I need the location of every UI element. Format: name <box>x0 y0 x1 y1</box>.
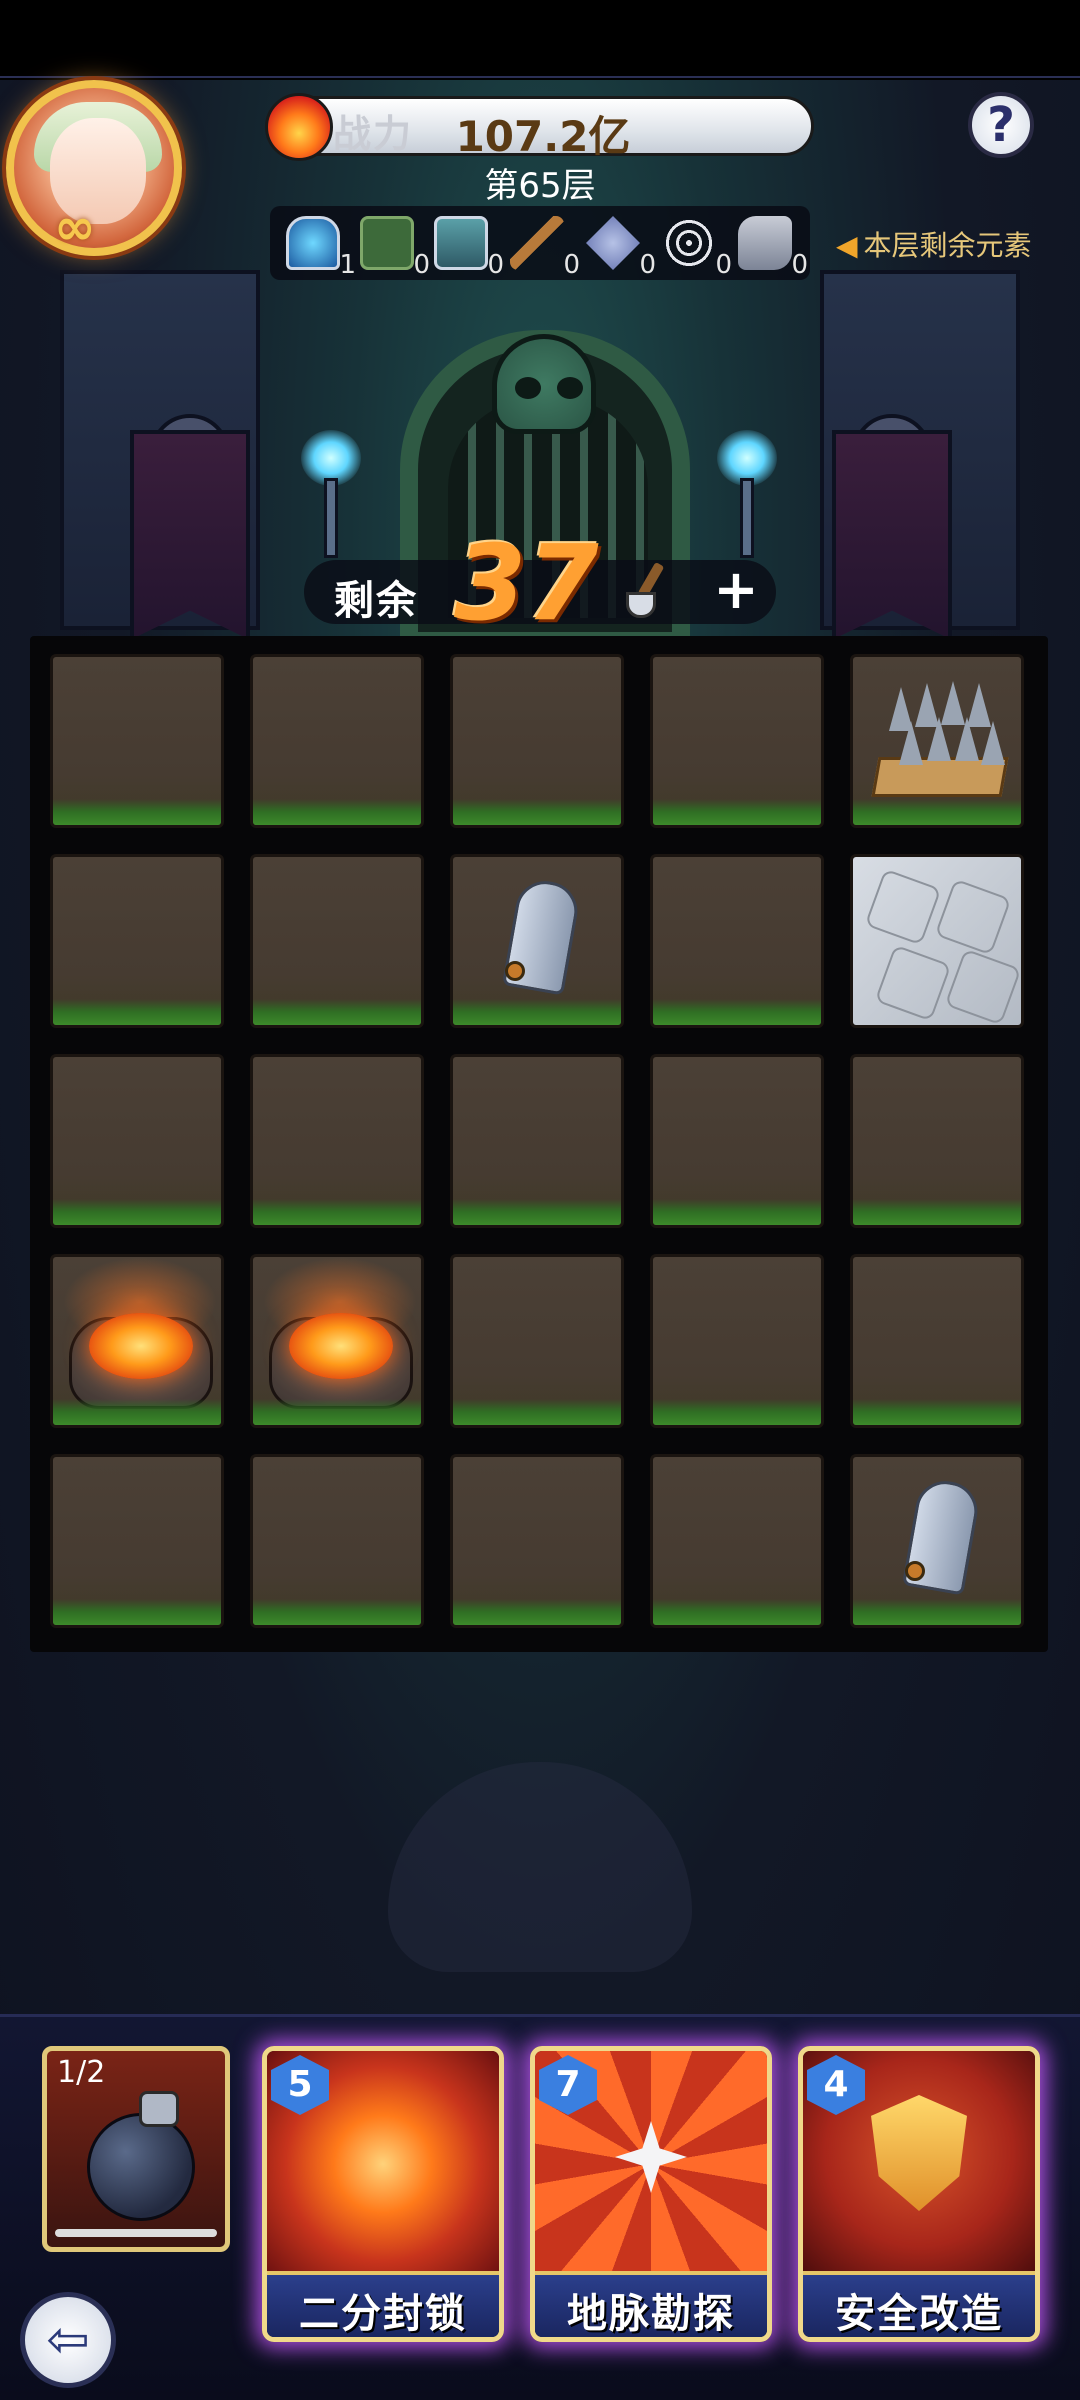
grid-tile-stone[interactable] <box>850 854 1024 1028</box>
grid-tile-dirt[interactable] <box>650 854 824 1028</box>
skill-card-ley-survey[interactable]: 7 地脉勘探 <box>530 2046 772 2342</box>
spike-trap-icon <box>853 657 1021 825</box>
add-digs-button[interactable]: + <box>708 560 764 624</box>
grid-tile-tombstone[interactable] <box>450 854 624 1028</box>
right-torch <box>712 430 782 558</box>
tombstone-icon <box>453 857 621 1025</box>
grid-tile-dirt[interactable] <box>250 1054 424 1228</box>
exit-icon: ⇦ <box>46 2310 90 2370</box>
status-bar <box>0 0 1080 78</box>
grid-tile-lava[interactable] <box>50 1254 224 1428</box>
grid-tile-dirt[interactable] <box>850 1054 1024 1228</box>
treasure-chest-icon <box>434 216 488 270</box>
dig-grid <box>30 636 1048 1652</box>
player-avatar[interactable]: ∞ <box>6 80 182 256</box>
skill-card-binary-lock[interactable]: 5 二分封锁 <box>262 2046 504 2342</box>
grid-tile-dirt[interactable] <box>650 1454 824 1628</box>
exit-button[interactable]: ⇦ <box>20 2292 116 2388</box>
left-banner <box>130 430 250 640</box>
lava-pit-icon <box>253 1257 421 1425</box>
grid-tile-dirt[interactable] <box>250 654 424 828</box>
shovel-icon <box>620 561 676 622</box>
remaining-elements-toggle[interactable]: ◀ 本层剩余元素 <box>836 224 1032 264</box>
grid-tile-dirt[interactable] <box>450 1254 624 1428</box>
grid-tile-dirt[interactable] <box>450 1054 624 1228</box>
floor-label: 第65层 <box>484 166 596 206</box>
grid-tile-tombstone[interactable] <box>850 1454 1024 1628</box>
triangle-left-icon: ◀ <box>836 229 858 262</box>
bomb-card[interactable]: 1/2 <box>42 2046 230 2252</box>
grid-tile-dirt[interactable] <box>650 654 824 828</box>
skill-card-safety-upgrade[interactable]: 4 安全改造 <box>798 2046 1040 2342</box>
grid-tile-dirt[interactable] <box>50 654 224 828</box>
element-forbidden[interactable]: 0 <box>358 214 430 280</box>
lava-pit-icon <box>53 1257 221 1425</box>
remaining-label: 剩余 <box>334 578 418 624</box>
grid-tile-dirt[interactable] <box>650 1054 824 1228</box>
element-chest[interactable]: 0 <box>432 214 504 280</box>
element-portal[interactable]: 1 <box>284 214 356 280</box>
shovel-icon <box>510 216 564 270</box>
skill-name: 安全改造 <box>835 2291 1003 2337</box>
element-shovel[interactable]: 0 <box>508 214 580 280</box>
portal-icon <box>286 216 340 270</box>
infinity-frame-icon: ∞ <box>54 198 96 256</box>
grid-tile-dirt[interactable] <box>450 654 624 828</box>
bomb-counter: 1/2 <box>57 2055 106 2090</box>
left-torch <box>296 430 366 558</box>
puzzle-icon <box>738 216 792 270</box>
remaining-count: 37 <box>454 522 599 644</box>
element-web[interactable]: 0 <box>660 214 732 280</box>
skill-name: 二分封锁 <box>299 2291 467 2337</box>
remaining-digs-panel: 剩余 37 + <box>304 522 776 644</box>
element-swords[interactable]: 0 <box>584 214 656 280</box>
grid-tile-dirt[interactable] <box>450 1454 624 1628</box>
grid-tile-dirt[interactable] <box>50 1454 224 1628</box>
grid-tile-dirt[interactable] <box>650 1254 824 1428</box>
crossed-swords-icon <box>586 216 640 270</box>
gate-skull <box>492 334 596 434</box>
remaining-elements-bar: 1 0 0 0 0 0 0 <box>270 206 810 280</box>
tombstone-icon <box>853 1457 1021 1625</box>
grid-tile-dirt[interactable] <box>50 854 224 1028</box>
power-value: 107.2亿 <box>455 112 631 161</box>
bomb-progress-bar <box>55 2229 217 2237</box>
grid-tile-dirt[interactable] <box>250 1454 424 1628</box>
grid-tile-dirt[interactable] <box>850 1254 1024 1428</box>
element-puzzle[interactable]: 0 <box>736 214 808 280</box>
spider-web-icon <box>662 216 716 270</box>
grid-tile-lava[interactable] <box>250 1254 424 1428</box>
right-banner <box>832 430 952 640</box>
bomb-icon <box>87 2113 195 2221</box>
skill-name: 地脉勘探 <box>567 2291 735 2337</box>
grid-tile-dirt[interactable] <box>50 1054 224 1228</box>
grid-tile-dirt[interactable] <box>250 854 424 1028</box>
help-button[interactable]: ? <box>968 92 1034 158</box>
grid-tile-spikes[interactable] <box>850 654 1024 828</box>
bomb-fuse <box>139 2091 179 2127</box>
combat-power-bar: 战力 107.2亿 <box>265 93 814 161</box>
forbidden-icon <box>360 216 414 270</box>
